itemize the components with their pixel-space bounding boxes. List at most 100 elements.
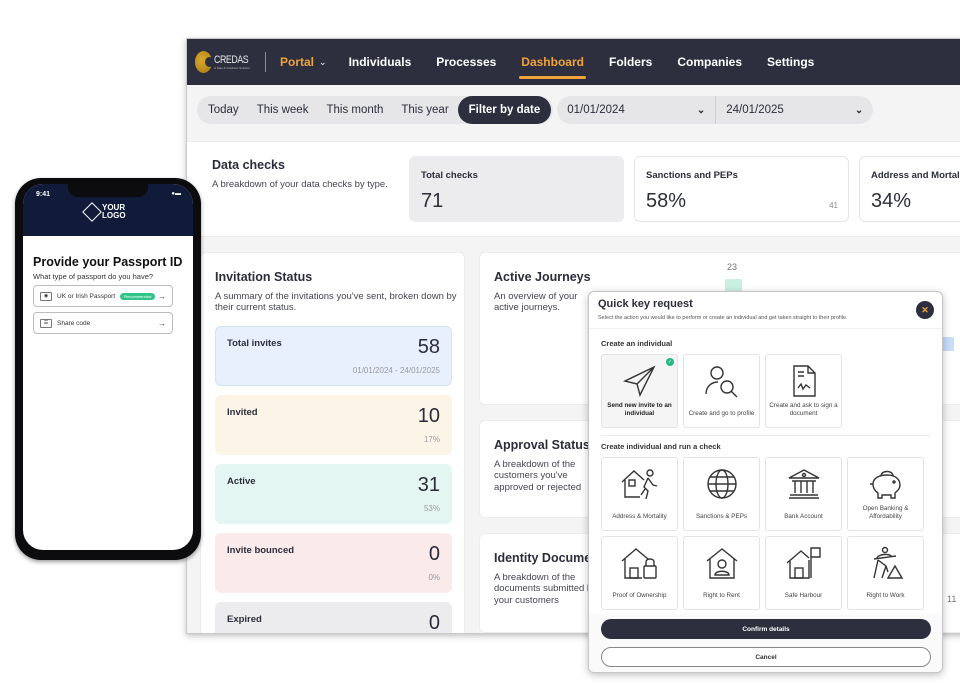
approval-status-description: A breakdown of the customers you've appr… <box>494 459 582 493</box>
tile-send-new-invite[interactable]: ✓ Send new invite to an individual <box>601 354 678 428</box>
date-range: 01/01/2024 ⌄ 24/01/2025 ⌄ <box>557 96 874 124</box>
check-icon: ✓ <box>666 358 674 366</box>
phone-time: 9:41 <box>36 191 51 198</box>
card-label: Active <box>227 476 256 487</box>
close-button[interactable]: ✕ <box>916 301 934 319</box>
tile-label: Send new invite to an individual <box>607 402 672 418</box>
house-walking-icon <box>621 469 657 500</box>
card-label: Invited <box>227 407 258 418</box>
data-checks-section: Data checks A breakdown of your data che… <box>187 141 960 237</box>
option-label: UK or Irish Passport <box>57 292 116 300</box>
house-flag-icon <box>786 547 821 579</box>
card-percent: 17% <box>423 435 440 444</box>
tile-create-go-to-profile[interactable]: Create and go to profile <box>683 354 760 428</box>
piggy-bank-icon <box>869 470 901 499</box>
id-card-icon: ☰ <box>40 318 52 328</box>
tile-create-ask-sign[interactable]: Create and ask to sign a document <box>765 354 842 428</box>
card-value: 10 <box>417 405 440 427</box>
phone-header: 9:41 ●▬ YOUR LOGO <box>23 184 193 236</box>
recommended-badge: Recommended <box>120 292 156 300</box>
filter-this-year[interactable]: This year <box>392 96 457 124</box>
passport-icon: ◉ <box>40 291 52 301</box>
card-date-range: 01/01/2024 - 24/01/2025 <box>352 366 440 375</box>
invitation-status-panel: Invitation Status A summary of the invit… <box>200 252 465 634</box>
chevron-down-icon: ⌄ <box>319 56 327 67</box>
logo-line-2: LOGO <box>102 211 126 220</box>
nav-individuals[interactable]: Individuals <box>349 39 412 85</box>
tile-address-mortality[interactable]: Address & Mortality <box>601 457 678 531</box>
nav-settings[interactable]: Settings <box>767 39 814 85</box>
tile-label: Sanctions & PEPs <box>695 513 748 521</box>
option-label: Share code <box>57 319 91 327</box>
brand-tagline: A Stax & Clarkson Solution <box>214 65 251 70</box>
filter-by-date[interactable]: Filter by date <box>457 96 552 124</box>
section-create-individual: Create an individual <box>601 339 673 348</box>
tile-label: Open Banking & Affordability <box>862 505 909 521</box>
tile-label: Create and ask to sign a document <box>769 402 838 418</box>
date-filter-bar: Today This week This month This year Fil… <box>197 96 874 124</box>
close-icon: ✕ <box>921 304 929 315</box>
active-journeys-description: An overview of your active journeys. <box>494 291 578 314</box>
confirm-details-button[interactable]: Confirm details <box>601 619 931 639</box>
arrow-right-icon: → <box>158 291 166 301</box>
nav-dashboard[interactable]: Dashboard <box>519 39 586 85</box>
credas-logo[interactable]: CREDAS A Stax & Clarkson Solution <box>195 51 257 73</box>
worker-icon <box>872 546 903 579</box>
wifi-battery-icon: ●▬ <box>171 191 181 197</box>
date-to-select[interactable]: 24/01/2025 ⌄ <box>715 96 873 124</box>
tile-label: Right to Work <box>866 592 905 600</box>
card-value: 34% <box>871 190 912 212</box>
phone-page-title: Provide your Passport ID <box>33 255 183 269</box>
tile-bank-account[interactable]: Bank Account <box>765 457 842 531</box>
address-mortality-card: Address and Mortality 34% <box>859 156 960 222</box>
nav-folders[interactable]: Folders <box>609 39 652 85</box>
signed-document-icon <box>792 365 816 397</box>
arrow-right-icon: → <box>158 318 166 328</box>
quick-key-request-modal: Quick key request Select the action you … <box>588 291 943 673</box>
date-from-select[interactable]: 01/01/2024 ⌄ <box>557 96 715 124</box>
nav-companies[interactable]: Companies <box>677 39 742 85</box>
card-label: Sanctions and PEPs <box>646 170 738 181</box>
filter-this-month[interactable]: This month <box>317 96 392 124</box>
active-card: Active 31 53% <box>215 464 452 524</box>
share-code-option[interactable]: ☰ Share code → <box>33 312 173 334</box>
sanctions-peps-card: Sanctions and PEPs 58% 41 <box>634 156 849 222</box>
card-label: Total checks <box>421 170 478 181</box>
modal-header-divider <box>589 328 942 329</box>
filter-this-week[interactable]: This week <box>248 96 318 124</box>
tile-right-to-rent[interactable]: Right to Rent <box>683 536 760 610</box>
tile-sanctions-peps[interactable]: Sanctions & PEPs <box>683 457 760 531</box>
filter-today[interactable]: Today <box>199 96 248 124</box>
card-value: 58% <box>646 190 687 212</box>
modal-description: Select the action you would like to perf… <box>598 315 848 321</box>
house-person-icon <box>706 548 737 579</box>
nav-processes[interactable]: Processes <box>436 39 496 85</box>
nav-portal-label: Portal <box>280 55 315 69</box>
tile-right-to-work[interactable]: Right to Work <box>847 536 924 610</box>
card-value: 58 <box>417 336 440 358</box>
tile-proof-of-ownership[interactable]: Proof of Ownership <box>601 536 678 610</box>
period-segmented-control: Today This week This month This year Fil… <box>197 96 554 124</box>
card-value: 31 <box>417 474 440 496</box>
date-to-value: 24/01/2025 <box>726 104 784 116</box>
cancel-button[interactable]: Cancel <box>601 647 931 667</box>
uk-irish-passport-option[interactable]: ◉ UK or Irish Passport Recommended → <box>33 285 173 307</box>
your-logo: YOUR LOGO <box>82 202 126 222</box>
nav-portal-dropdown[interactable]: Portal ⌄ <box>280 39 327 85</box>
section-divider <box>601 435 930 436</box>
phone-notch <box>68 184 148 197</box>
card-value: 0 <box>428 612 440 634</box>
tile-label: Proof of Ownership <box>612 592 667 600</box>
card-label: Invite bounced <box>227 545 295 556</box>
data-checks-title: Data checks <box>212 158 285 172</box>
card-label: Expired <box>227 614 262 625</box>
credas-logo-mark-icon <box>195 51 215 73</box>
data-checks-description: A breakdown of your data checks by type. <box>212 179 388 190</box>
expired-card: Expired 0 <box>215 602 452 634</box>
document-count-label: 11 <box>947 594 957 604</box>
approval-status-title: Approval Status <box>494 438 590 452</box>
tile-safe-harbour[interactable]: Safe Harbour <box>765 536 842 610</box>
house-lock-icon <box>621 548 657 579</box>
card-count: 41 <box>829 201 838 210</box>
tile-open-banking[interactable]: Open Banking & Affordability <box>847 457 924 531</box>
